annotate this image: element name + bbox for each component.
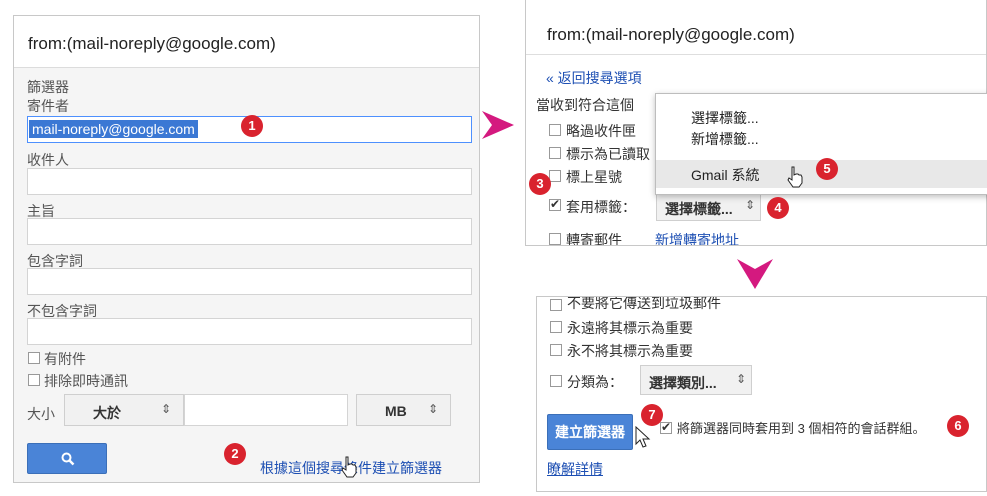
search-bar[interactable]: from:(mail-noreply@google.com) [526, 17, 986, 55]
step-badge-4: 4 [767, 197, 789, 219]
size-label: 大小 [27, 406, 55, 422]
also-apply-checkbox[interactable] [660, 420, 672, 434]
skip-inbox-label: 略過收件匣 [566, 123, 636, 139]
arrow-cursor-icon [635, 426, 651, 448]
arrow-down-icon [737, 259, 773, 289]
skip-inbox-checkbox[interactable] [549, 124, 561, 136]
star-checkbox[interactable] [549, 170, 561, 182]
always-important-label: 永遠將其標示為重要 [567, 320, 693, 336]
doesnt-have-field[interactable] [27, 318, 472, 345]
size-operator-value: 大於 [93, 405, 121, 421]
mark-read-checkbox[interactable] [549, 147, 561, 159]
exclude-chats-label: 排除即時通訊 [44, 373, 128, 389]
dropdown-item-new-label[interactable]: 新增標籤... [691, 129, 759, 149]
size-unit-select[interactable]: MB ⇕ [356, 394, 451, 426]
search-query-text: from:(mail-noreply@google.com) [547, 25, 795, 44]
step-badge-3: 3 [529, 173, 551, 195]
categorize-checkbox[interactable] [550, 375, 562, 387]
add-forward-address-link[interactable]: 新增轉寄地址 [655, 230, 739, 245]
learn-more-link[interactable]: 瞭解詳情 [547, 459, 603, 479]
dropdown-item-gmail-system[interactable]: Gmail 系統 [691, 165, 759, 185]
to-field[interactable] [27, 168, 472, 195]
forward-checkbox[interactable] [549, 233, 561, 245]
when-arrives-text: 當收到符合這個 [536, 97, 634, 113]
select-arrows-icon: ⇕ [744, 198, 755, 212]
step-badge-2: 2 [224, 443, 246, 465]
apply-label-text: 套用標籤： [566, 199, 636, 215]
create-filter-button[interactable]: 建立篩選器 [547, 414, 633, 450]
choose-category-value: 選擇類別... [649, 375, 717, 391]
never-spam-checkbox[interactable] [550, 299, 562, 311]
forward-label: 轉寄郵件 [566, 232, 622, 246]
to-label: 收件人 [27, 152, 69, 168]
select-arrows-icon: ⇕ [735, 372, 746, 386]
hand-cursor-icon [787, 166, 803, 188]
step-badge-5: 5 [816, 158, 838, 180]
choose-label-value: 選擇標籤... [665, 201, 733, 217]
search-bar[interactable]: from:(mail-noreply@google.com) [14, 16, 479, 68]
never-spam-label: 不要將它傳送到垃圾郵件 [567, 296, 721, 311]
search-button[interactable] [27, 443, 107, 474]
arrow-right-icon [482, 111, 514, 139]
mark-read-label: 標示為已讀取 [566, 146, 650, 162]
always-important-checkbox[interactable] [550, 321, 562, 333]
search-query-text: from:(mail-noreply@google.com) [28, 34, 276, 53]
size-value-field[interactable] [184, 394, 348, 426]
step-badge-1: 1 [241, 115, 263, 137]
from-label: 寄件者 [27, 98, 69, 114]
choose-label-select[interactable]: 選擇標籤... ⇕ [656, 191, 761, 221]
label-dropdown-menu: 選擇標籤... 新增標籤... Gmail 系統 [655, 93, 987, 195]
categorize-label: 分類為： [567, 374, 623, 390]
select-arrows-icon: ⇕ [427, 402, 438, 416]
filter-options-panel: 不要將它傳送到垃圾郵件 永遠將其標示為重要 永不將其標示為重要 分類為： 選擇類… [536, 296, 987, 492]
has-attachment-checkbox[interactable] [28, 352, 40, 364]
step-badge-6: 6 [947, 415, 969, 437]
back-to-search-link[interactable]: « 返回搜尋選項 [546, 68, 642, 88]
apply-label-checkbox[interactable] [549, 197, 561, 211]
dropdown-item-choose-label[interactable]: 選擇標籤... [691, 108, 759, 128]
star-label: 標上星號 [566, 169, 622, 185]
filter-title: 篩選器 [27, 79, 69, 95]
hand-cursor-icon [341, 456, 357, 478]
subject-field[interactable] [27, 218, 472, 245]
never-important-label: 永不將其標示為重要 [567, 343, 693, 359]
search-icon [61, 452, 75, 466]
choose-category-select[interactable]: 選擇類別... ⇕ [640, 365, 752, 395]
step-badge-7: 7 [641, 404, 663, 426]
from-value: mail-noreply@google.com [29, 120, 198, 138]
exclude-chats-checkbox[interactable] [28, 374, 40, 386]
select-arrows-icon: ⇕ [160, 402, 171, 416]
size-operator-select[interactable]: 大於 ⇕ [64, 394, 184, 426]
has-attachment-label: 有附件 [44, 351, 86, 367]
has-words-field[interactable] [27, 268, 472, 295]
also-apply-label: 將篩選器同時套用到 3 個相符的會話群組。 [677, 421, 926, 436]
never-important-checkbox[interactable] [550, 344, 562, 356]
size-unit-value: MB [385, 403, 407, 419]
filter-form-panel: from:(mail-noreply@google.com) 篩選器 寄件者 m… [13, 15, 480, 483]
